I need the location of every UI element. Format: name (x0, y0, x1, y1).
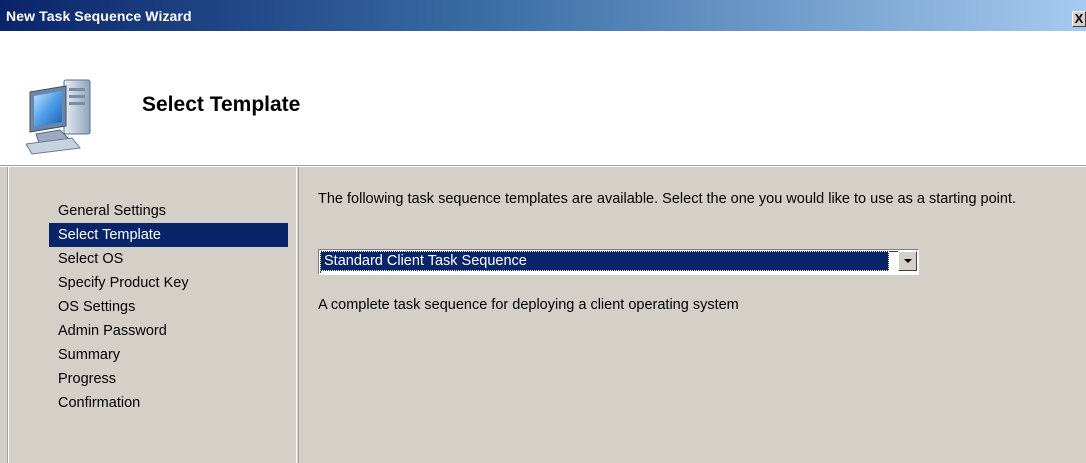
nav-item-confirmation[interactable]: Confirmation (49, 391, 288, 415)
wizard-step-list: General Settings Select Template Select … (49, 199, 288, 415)
template-select-dropdown-button[interactable] (898, 251, 917, 271)
main-content: The following task sequence templates ar… (318, 191, 1078, 313)
nav-item-specify-product-key[interactable]: Specify Product Key (49, 271, 288, 295)
nav-item-general-settings[interactable]: General Settings (49, 199, 288, 223)
instructions-text: The following task sequence templates ar… (318, 191, 1017, 207)
template-select[interactable]: Standard Client Task Sequence (318, 249, 919, 275)
computer-icon (26, 79, 91, 155)
template-select-value[interactable]: Standard Client Task Sequence (320, 251, 889, 271)
template-description: A complete task sequence for deploying a… (318, 297, 739, 313)
nav-item-select-template[interactable]: Select Template (49, 223, 288, 247)
nav-item-os-settings[interactable]: OS Settings (49, 295, 288, 319)
nav-item-select-os[interactable]: Select OS (49, 247, 288, 271)
close-button[interactable]: X (1072, 11, 1086, 27)
title-bar[interactable]: New Task Sequence Wizard X (0, 0, 1086, 31)
page-title: Select Template (142, 93, 301, 116)
nav-item-admin-password[interactable]: Admin Password (49, 319, 288, 343)
wizard-nav-pane: General Settings Select Template Select … (7, 167, 299, 463)
chevron-down-icon (904, 259, 912, 263)
nav-item-summary[interactable]: Summary (49, 343, 288, 367)
window-title: New Task Sequence Wizard (6, 8, 192, 24)
wizard-header: Select Template (0, 31, 1086, 166)
close-icon: X (1074, 11, 1084, 26)
nav-item-progress[interactable]: Progress (49, 367, 288, 391)
wizard-body: General Settings Select Template Select … (0, 167, 1086, 463)
